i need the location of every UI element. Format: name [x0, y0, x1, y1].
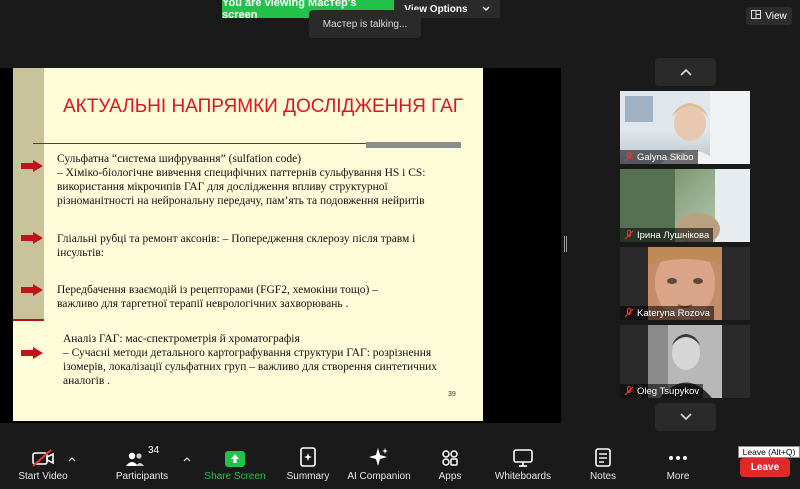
leave-button[interactable]: Leave	[740, 458, 790, 477]
slide-left-bar	[13, 68, 44, 320]
participants-icon-group: 34	[125, 439, 159, 467]
apps-icon	[441, 439, 459, 467]
share-screen-icon	[225, 439, 245, 467]
bullet-line: важливо для таргетної терапії неврологіч…	[57, 298, 349, 310]
more-dots-icon	[668, 439, 688, 467]
gallery-next-button[interactable]	[655, 403, 716, 431]
resize-handle[interactable]	[564, 236, 567, 252]
slide-gray-bar	[366, 142, 461, 148]
video-off-icon	[31, 439, 55, 467]
participant-name: Galyna Skibo	[637, 151, 694, 163]
more-label: More	[666, 471, 690, 482]
notes-button[interactable]: Notes	[585, 439, 621, 489]
meeting-toolbar: Start Video 34 Participants Share Screen…	[0, 439, 800, 489]
bullet-line: ізомерів, локалізації сульфатних груп – …	[63, 361, 438, 373]
arrow-right-icon	[21, 160, 43, 172]
participant-name-tag: Oleg Tsupykov	[620, 384, 704, 398]
slide-separator	[13, 319, 44, 321]
shared-screen: АКТУАЛЬНІ НАПРЯМКИ ДОСЛІДЖЕННЯ ГАГ Сульф…	[0, 68, 561, 423]
arrow-right-icon	[21, 284, 43, 296]
participant-name: Kateryna Rozova	[637, 307, 710, 319]
whiteboards-label: Whiteboards	[494, 471, 552, 482]
bullet-line: Аналіз ГАГ: мас-спектрометрія й хроматог…	[63, 333, 300, 345]
participant-name-tag: Galyna Skibo	[620, 150, 698, 164]
more-button[interactable]: More	[660, 439, 696, 489]
start-video-button[interactable]: Start Video	[14, 439, 72, 489]
bullet-line: Сульфатна “система шифрування” (sulfatio…	[57, 153, 302, 165]
mic-muted-icon	[624, 230, 634, 240]
mic-muted-icon	[624, 152, 634, 162]
slide-page-number: 39	[448, 391, 456, 398]
slide-bullet-receptors: Передбачення взаємодій із рецепторами (F…	[57, 283, 378, 311]
participant-tile[interactable]: Kateryna Rozova	[620, 247, 750, 320]
video-options-caret[interactable]	[68, 455, 76, 464]
bullet-line: інсультів:	[57, 247, 104, 259]
view-layout-button[interactable]: View	[746, 7, 792, 25]
participant-name: Oleg Tsupykov	[637, 385, 700, 397]
bullet-line: використання мікрочипів ГАГ для дослідже…	[57, 181, 388, 193]
ai-companion-button[interactable]: AI Companion	[344, 439, 414, 489]
presentation-slide: АКТУАЛЬНІ НАПРЯМКИ ДОСЛІДЖЕННЯ ГАГ Сульф…	[13, 68, 483, 421]
people-icon	[125, 452, 144, 466]
participant-name: Ірина Лушнікова	[637, 229, 710, 241]
bullet-line: аналогів .	[63, 375, 111, 387]
slide-bullet-analysis: Аналіз ГАГ: мас-спектрометрія й хроматог…	[63, 332, 437, 388]
gallery-prev-button[interactable]	[655, 58, 716, 86]
summary-icon	[300, 439, 316, 467]
bullet-line: різноманітності на нейрональну передачу,…	[57, 195, 425, 207]
start-video-label: Start Video	[18, 471, 68, 482]
view-label: View	[765, 10, 787, 22]
apps-button[interactable]: Apps	[432, 439, 468, 489]
notes-label: Notes	[589, 471, 617, 482]
slide-bullet-glial: Гліальні рубці та ремонт аксонів: – Попе…	[57, 232, 415, 260]
participant-name-tag: Ірина Лушнікова	[620, 228, 714, 242]
participant-tile[interactable]: Galyna Skibo	[620, 91, 750, 164]
ai-companion-label: AI Companion	[347, 471, 411, 482]
chevron-down-icon	[679, 413, 692, 421]
grid-view-icon	[751, 10, 762, 22]
whiteboards-button[interactable]: Whiteboards	[491, 439, 555, 489]
participant-tile[interactable]: Ірина Лушнікова	[620, 169, 750, 242]
bullet-line: – Сучасні методи детального картографува…	[63, 347, 432, 359]
bullet-line: Гліальні рубці та ремонт аксонів: – Попе…	[57, 233, 416, 245]
chevron-down-icon	[482, 4, 490, 15]
arrow-right-icon	[21, 347, 43, 359]
apps-label: Apps	[438, 471, 462, 482]
arrow-right-icon	[21, 232, 43, 244]
mic-muted-icon	[624, 386, 634, 396]
bullet-line: – Хіміко-біологічне вивчення специфічних…	[57, 167, 426, 179]
slide-title: АКТУАЛЬНІ НАПРЯМКИ ДОСЛІДЖЕННЯ ГАГ	[63, 96, 464, 117]
share-screen-label: Share Screen	[204, 471, 266, 482]
sparkle-icon	[369, 439, 389, 467]
active-speaker-indicator: Мастер is talking...	[309, 10, 421, 38]
participant-count: 34	[147, 445, 160, 456]
participant-tile[interactable]: Oleg Tsupykov	[620, 325, 750, 398]
share-screen-button[interactable]: Share Screen	[203, 439, 267, 489]
summary-button[interactable]: Summary	[284, 439, 332, 489]
leave-tooltip: Leave (Alt+Q)	[738, 446, 800, 458]
participants-label: Participants	[115, 471, 169, 482]
bullet-line: Передбачення взаємодій із рецепторами (F…	[57, 284, 378, 296]
chevron-up-icon	[679, 68, 692, 76]
whiteboard-icon	[513, 439, 533, 467]
summary-label: Summary	[286, 471, 330, 482]
slide-bullet-sulfation: Сульфатна “система шифрування” (sulfatio…	[57, 152, 426, 208]
participants-options-caret[interactable]	[183, 455, 191, 464]
notes-icon	[595, 439, 611, 467]
mic-muted-icon	[624, 308, 634, 318]
participant-name-tag: Kateryna Rozova	[620, 306, 714, 320]
participants-button[interactable]: 34 Participants	[112, 439, 172, 489]
